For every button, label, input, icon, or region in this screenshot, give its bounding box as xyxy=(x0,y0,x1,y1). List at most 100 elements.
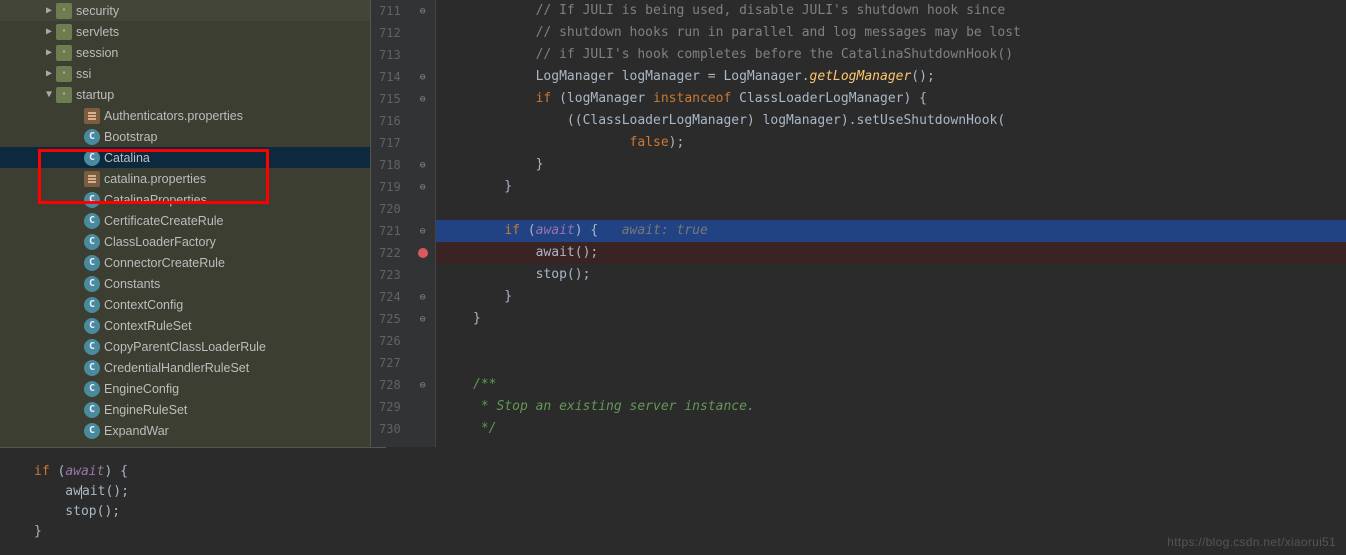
tree-item-classloaderfactory[interactable]: ClassLoaderFactory xyxy=(0,231,370,252)
class-icon xyxy=(84,318,100,334)
code-line[interactable] xyxy=(436,330,1346,352)
tree-item-label: ContextConfig xyxy=(104,298,183,312)
fold-toggle-icon[interactable] xyxy=(411,88,435,110)
tree-item-servlets[interactable]: servlets xyxy=(0,21,370,42)
code-line[interactable] xyxy=(436,352,1346,374)
class-icon xyxy=(84,192,100,208)
tree-item-startup[interactable]: startup xyxy=(0,84,370,105)
tree-item-engineruleset[interactable]: EngineRuleSet xyxy=(0,399,370,420)
code-line[interactable]: LogManager logManager = LogManager.getLo… xyxy=(436,66,1346,88)
tree-item-contextruleset[interactable]: ContextRuleSet xyxy=(0,315,370,336)
code-area[interactable]: // If JULI is being used, disable JULI's… xyxy=(436,0,1346,447)
project-tree-sidebar[interactable]: securityservletssessionssi startup Authent… xyxy=(0,0,371,447)
gutter-marker-empty xyxy=(411,198,435,220)
expand-arrow-icon[interactable] xyxy=(42,68,56,79)
line-number: 716 xyxy=(379,110,401,132)
fold-toggle-icon[interactable] xyxy=(411,0,435,22)
line-number: 730 xyxy=(379,418,401,440)
code-line[interactable] xyxy=(436,198,1346,220)
fold-toggle-icon[interactable] xyxy=(411,308,435,330)
tree-item-authenticators-properties[interactable]: Authenticators.properties xyxy=(0,105,370,126)
code-editor[interactable]: 7117127137147157167177187197207217227237… xyxy=(371,0,1346,447)
gutter-marker-empty xyxy=(411,352,435,374)
tree-item-engineconfig[interactable]: EngineConfig xyxy=(0,378,370,399)
expand-arrow-icon[interactable] xyxy=(42,89,56,100)
class-icon xyxy=(84,129,100,145)
tree-item-catalina[interactable]: Catalina xyxy=(0,147,370,168)
line-number: 711 xyxy=(379,0,401,22)
tree-item-session[interactable]: session xyxy=(0,42,370,63)
expand-arrow-icon[interactable] xyxy=(42,5,56,16)
code-line[interactable]: if (await) { await: true xyxy=(436,220,1346,242)
fold-toggle-icon[interactable] xyxy=(411,286,435,308)
tree-item-contextconfig[interactable]: ContextConfig xyxy=(0,294,370,315)
tree-item-credentialhandlerruleset[interactable]: CredentialHandlerRuleSet xyxy=(0,357,370,378)
line-number: 720 xyxy=(379,198,401,220)
gutter-marker-empty xyxy=(411,330,435,352)
line-number: 729 xyxy=(379,396,401,418)
code-line[interactable]: ((ClassLoaderLogManager) logManager).set… xyxy=(436,110,1346,132)
expand-arrow-icon[interactable] xyxy=(42,47,56,58)
tree-item-bootstrap[interactable]: Bootstrap xyxy=(0,126,370,147)
debug-code-line[interactable]: if (await) { xyxy=(28,462,358,482)
code-line[interactable]: stop(); xyxy=(436,264,1346,286)
fold-toggle-icon[interactable] xyxy=(411,220,435,242)
code-line[interactable]: } xyxy=(436,154,1346,176)
tree-item-security[interactable]: security xyxy=(0,0,370,21)
class-icon xyxy=(84,402,100,418)
code-line[interactable]: /** xyxy=(436,374,1346,396)
gutter-markers[interactable] xyxy=(411,0,436,447)
code-line[interactable]: */ xyxy=(436,418,1346,440)
debug-code-line[interactable]: } xyxy=(28,522,358,542)
class-icon xyxy=(84,297,100,313)
code-line[interactable]: // if JULI's hook completes before the C… xyxy=(436,44,1346,66)
gutter-marker-empty xyxy=(411,22,435,44)
fold-toggle-icon[interactable] xyxy=(411,66,435,88)
tree-item-connectorcreaterule[interactable]: ConnectorCreateRule xyxy=(0,252,370,273)
class-icon xyxy=(84,234,100,250)
debug-code-line[interactable]: stop(); xyxy=(28,502,358,522)
tree-item-ssi[interactable]: ssi xyxy=(0,63,370,84)
tree-item-label: Constants xyxy=(104,277,160,291)
code-line[interactable]: // shutdown hooks run in parallel and lo… xyxy=(436,22,1346,44)
line-number-gutter: 7117127137147157167177187197207217227237… xyxy=(371,0,411,447)
code-line[interactable]: } xyxy=(436,308,1346,330)
code-line[interactable]: // If JULI is being used, disable JULI's… xyxy=(436,0,1346,22)
code-line[interactable]: } xyxy=(436,176,1346,198)
code-line[interactable]: if (logManager instanceof ClassLoaderLog… xyxy=(436,88,1346,110)
code-line[interactable]: await(); xyxy=(436,242,1346,264)
fold-toggle-icon[interactable] xyxy=(411,176,435,198)
class-icon xyxy=(84,360,100,376)
tree-item-label: Catalina xyxy=(104,151,150,165)
gutter-marker-empty xyxy=(411,132,435,154)
evaluate-expression-panel[interactable]: if (await) { await(); stop();} xyxy=(0,447,386,555)
tree-item-label: ConnectorCreateRule xyxy=(104,256,225,270)
tree-item-catalina-properties[interactable]: catalina.properties xyxy=(0,168,370,189)
gutter-marker-empty xyxy=(411,110,435,132)
tree-item-catalinaproperties[interactable]: CatalinaProperties xyxy=(0,189,370,210)
tree-item-label: Authenticators.properties xyxy=(104,109,243,123)
tree-item-certificatecreaterule[interactable]: CertificateCreateRule xyxy=(0,210,370,231)
class-icon xyxy=(84,276,100,292)
line-number: 715 xyxy=(379,88,401,110)
tree-item-label: startup xyxy=(76,88,114,102)
fold-toggle-icon[interactable] xyxy=(411,374,435,396)
line-number: 725 xyxy=(379,308,401,330)
properties-file-icon xyxy=(84,108,100,124)
package-icon xyxy=(56,3,72,19)
debug-code-line[interactable]: await(); xyxy=(28,482,358,502)
code-line[interactable]: * Stop an existing server instance. xyxy=(436,396,1346,418)
gutter-marker-empty xyxy=(411,396,435,418)
tree-item-copyparentclassloaderrule[interactable]: CopyParentClassLoaderRule xyxy=(0,336,370,357)
class-icon xyxy=(84,213,100,229)
gutter-marker-empty xyxy=(411,264,435,286)
tree-item-constants[interactable]: Constants xyxy=(0,273,370,294)
code-line[interactable]: } xyxy=(436,286,1346,308)
breakpoint-icon[interactable] xyxy=(411,242,435,264)
properties-file-icon xyxy=(84,171,100,187)
code-line[interactable]: false); xyxy=(436,132,1346,154)
line-number: 721 xyxy=(379,220,401,242)
tree-item-expandwar[interactable]: ExpandWar xyxy=(0,420,370,441)
expand-arrow-icon[interactable] xyxy=(42,26,56,37)
fold-toggle-icon[interactable] xyxy=(411,154,435,176)
